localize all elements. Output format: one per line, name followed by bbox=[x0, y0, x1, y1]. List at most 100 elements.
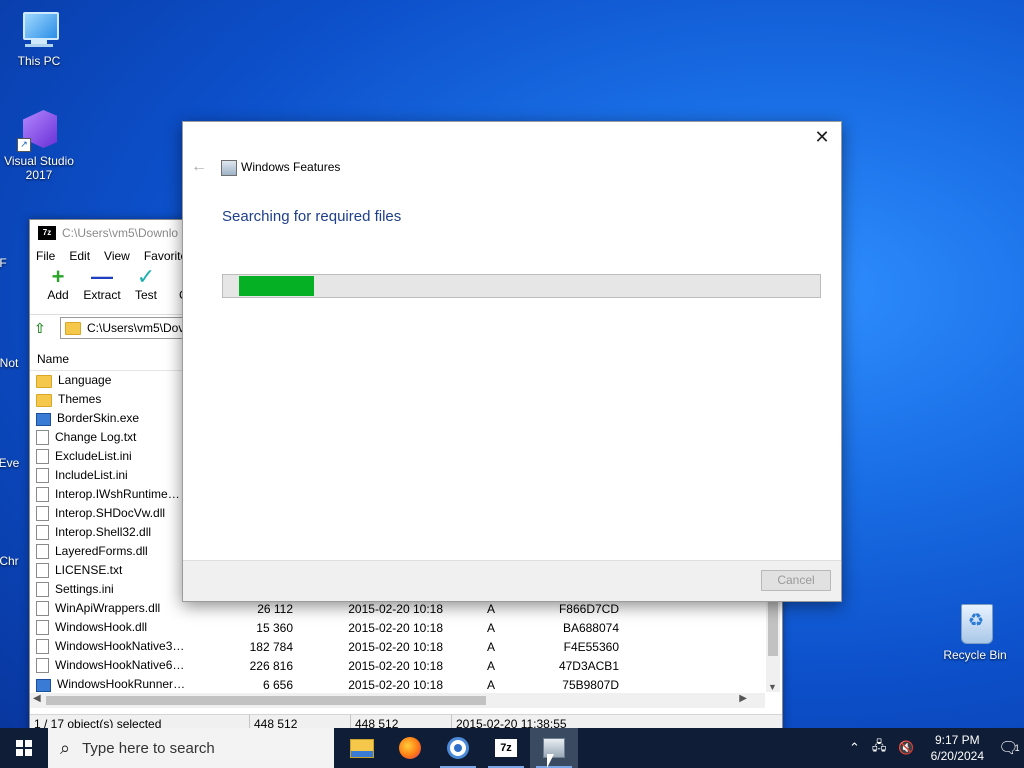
menu-favorites[interactable]: Favorite bbox=[144, 249, 187, 263]
file-icon bbox=[36, 544, 49, 560]
desktop-icon-partial[interactable]: F bbox=[0, 256, 26, 270]
dialog-title: Windows Features bbox=[241, 160, 341, 174]
file-icon bbox=[36, 506, 49, 522]
computer-icon bbox=[17, 8, 61, 52]
7zip-icon: 7z bbox=[495, 739, 517, 757]
back-arrow-icon[interactable]: ← bbox=[191, 158, 207, 176]
windows-features-dialog[interactable]: ✕ ← Windows Features Searching for requi… bbox=[182, 121, 842, 602]
file-icon bbox=[36, 620, 49, 636]
cell-name: Themes bbox=[30, 392, 186, 407]
check-icon: ✓ bbox=[136, 264, 156, 289]
7zip-title: C:\Users\vm5\Downlo bbox=[62, 226, 179, 240]
test-button[interactable]: ✓ Test bbox=[124, 264, 168, 303]
desktop-icon-this-pc[interactable]: This PC bbox=[1, 8, 77, 68]
network-icon[interactable]: 🖧 bbox=[872, 737, 887, 759]
cell-name: WindowsHook.dll bbox=[30, 620, 186, 636]
folder-icon bbox=[36, 393, 52, 407]
desktop-icon-label: Visual Studio 2017 bbox=[4, 154, 74, 182]
add-button[interactable]: + Add bbox=[36, 264, 80, 303]
firefox-icon bbox=[399, 737, 421, 759]
progress-bar bbox=[222, 274, 821, 298]
progress-fill bbox=[239, 276, 314, 296]
vertical-scrollbar[interactable]: ▼ bbox=[766, 598, 780, 692]
menu-file[interactable]: File bbox=[36, 249, 55, 263]
desktop-icon-visual-studio[interactable]: ↗ Visual Studio 2017 bbox=[1, 108, 77, 182]
taskbar-chrome[interactable] bbox=[434, 728, 482, 768]
cell-name: Interop.Shell32.dll bbox=[30, 525, 186, 541]
cell-modified: 2015-02-20 10:18 bbox=[348, 601, 443, 616]
cell-crc: F4E55360 bbox=[563, 639, 619, 654]
cell-modified: 2015-02-20 10:18 bbox=[348, 677, 443, 692]
cell-crc: BA688074 bbox=[562, 620, 619, 635]
cell-name: ExcludeList.ini bbox=[30, 449, 186, 465]
cell-name: WinApiWrappers.dll bbox=[30, 601, 186, 617]
windows-features-icon bbox=[221, 160, 237, 176]
chrome-icon bbox=[447, 737, 469, 759]
cell-name: WindowsHookRunner3... bbox=[30, 677, 186, 692]
table-row[interactable]: WindowsHookRunner3... 6 656 2015-02-20 10:… bbox=[30, 675, 765, 694]
chevron-right-icon[interactable]: ▶ bbox=[739, 693, 747, 704]
taskbar: ⌕ Type here to search 7z ⌃ 🖧 🔇 9:17 PM 6… bbox=[0, 728, 1024, 768]
column-name[interactable]: Name bbox=[30, 352, 69, 366]
folder-icon bbox=[36, 374, 52, 388]
menu-view[interactable]: View bbox=[104, 249, 130, 263]
search-icon: ⌕ bbox=[60, 737, 71, 758]
cell-name: LayeredForms.dll bbox=[30, 544, 186, 560]
scroll-thumb[interactable] bbox=[768, 600, 778, 656]
taskbar-search[interactable]: ⌕ Type here to search bbox=[48, 728, 334, 768]
desktop-icon-label: Recycle Bin bbox=[943, 648, 1007, 662]
cell-name: Language bbox=[30, 373, 186, 388]
file-icon bbox=[36, 563, 49, 579]
close-icon[interactable]: ✕ bbox=[811, 126, 833, 148]
taskbar-file-explorer[interactable] bbox=[338, 728, 386, 768]
cancel-button[interactable]: Cancel bbox=[761, 570, 831, 591]
extract-button[interactable]: — Extract bbox=[80, 266, 124, 303]
cell-crc: 75B9807D bbox=[562, 677, 619, 692]
cell-crc: 47D3ACB1 bbox=[558, 658, 619, 673]
executable-icon bbox=[36, 412, 51, 426]
clock[interactable]: 9:17 PM 6/20/2024 bbox=[931, 732, 984, 764]
desktop-icon-partial[interactable]: Chr bbox=[0, 554, 32, 568]
cell-name: Interop.SHDocVw.dll bbox=[30, 506, 186, 522]
windows-logo-icon bbox=[16, 740, 32, 756]
desktop-icon-partial[interactable]: Eve bbox=[0, 456, 32, 470]
desktop-icon-partial[interactable]: Not bbox=[0, 356, 32, 370]
cell-name: WindowsHookNative64... bbox=[30, 658, 186, 674]
plus-icon: + bbox=[51, 264, 65, 289]
notification-count: 1 bbox=[1014, 743, 1020, 753]
menu-edit[interactable]: Edit bbox=[69, 249, 90, 263]
cell-name: Settings.ini bbox=[30, 582, 186, 598]
cell-name: WindowsHookNative32... bbox=[30, 639, 186, 655]
desktop-icon-recycle-bin[interactable]: Recycle Bin bbox=[937, 602, 1013, 662]
cell-crc: F866D7CD bbox=[558, 601, 619, 616]
clock-time: 9:17 PM bbox=[934, 733, 980, 747]
table-row[interactable]: WindowsHookNative64... 226 816 2015-02-20 … bbox=[30, 656, 765, 675]
cell-modified: 2015-02-20 10:18 bbox=[348, 620, 443, 635]
chevron-down-icon[interactable]: ▼ bbox=[768, 682, 777, 692]
mouse-cursor-icon bbox=[547, 754, 554, 768]
taskbar-7zip[interactable]: 7z bbox=[482, 728, 530, 768]
shortcut-arrow-icon: ↗ bbox=[17, 138, 31, 152]
taskbar-windows-features[interactable] bbox=[530, 728, 578, 768]
cell-modified: 2015-02-20 10:18 bbox=[348, 658, 443, 673]
scroll-thumb[interactable] bbox=[46, 696, 486, 705]
table-row[interactable]: WindowsHookNative32... 182 784 2015-02-20 … bbox=[30, 637, 765, 656]
cell-size: 182 784 bbox=[249, 639, 293, 654]
dialog-heading: Searching for required files bbox=[222, 208, 402, 225]
volume-muted-icon[interactable]: 🔇 bbox=[898, 740, 914, 756]
chevron-up-icon[interactable]: ⌃ bbox=[849, 740, 860, 756]
system-tray: ⌃ 🖧 🔇 9:17 PM 6/20/2024 🗨 1 bbox=[843, 728, 1024, 768]
chevron-left-icon[interactable]: ◀ bbox=[33, 693, 41, 704]
visual-studio-icon: ↗ bbox=[17, 108, 61, 152]
dialog-footer: Cancel bbox=[183, 560, 841, 601]
file-icon bbox=[36, 487, 49, 503]
table-row[interactable]: WindowsHook.dll 15 360 2015-02-20 10:18 A BA… bbox=[30, 618, 765, 637]
recycle-bin-icon bbox=[953, 602, 997, 646]
file-icon bbox=[36, 525, 49, 541]
cell-size: 15 360 bbox=[256, 620, 293, 635]
notification-icon[interactable]: 🗨 1 bbox=[994, 728, 1024, 768]
taskbar-firefox[interactable] bbox=[386, 728, 434, 768]
horizontal-scrollbar[interactable]: ◀ ▶ bbox=[30, 693, 765, 708]
up-folder-icon[interactable]: ⇧ bbox=[34, 318, 54, 338]
start-button[interactable] bbox=[0, 728, 48, 768]
